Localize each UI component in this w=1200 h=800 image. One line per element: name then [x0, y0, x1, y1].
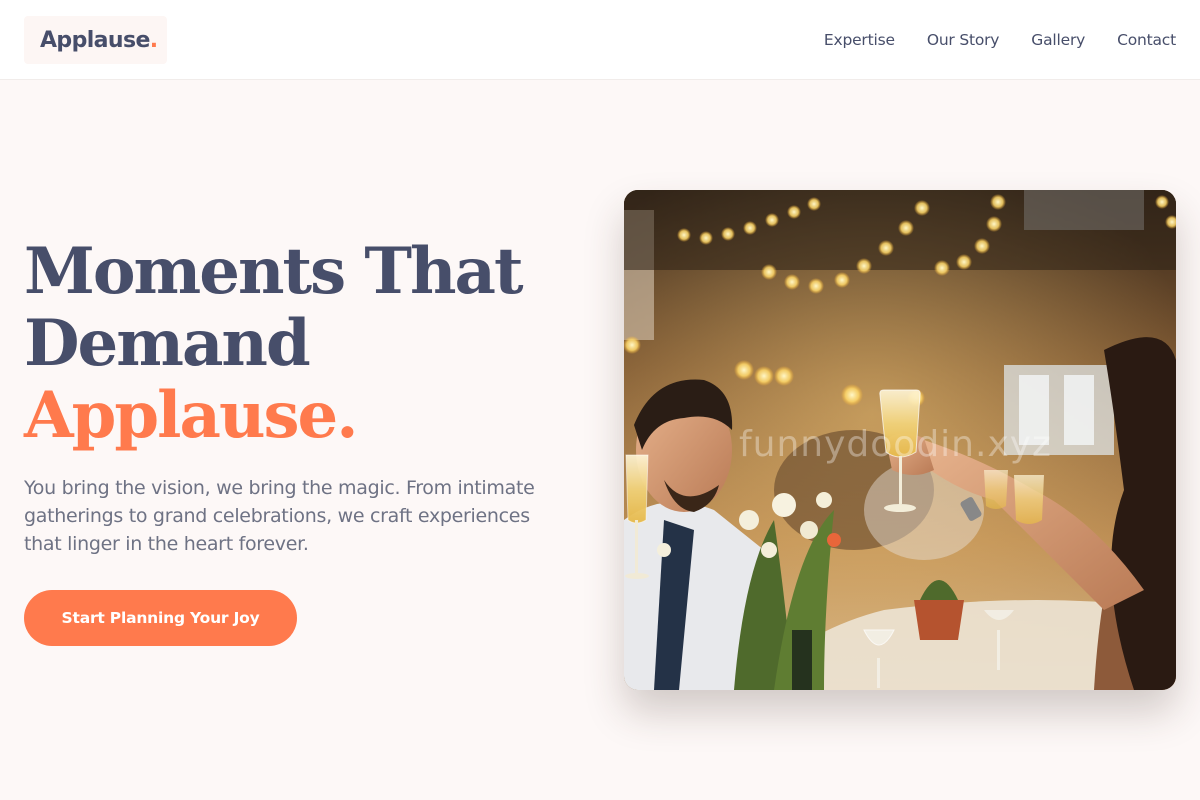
brand-name: Applause	[40, 27, 150, 53]
start-planning-button[interactable]: Start Planning Your Joy	[24, 590, 297, 646]
nav-link-contact[interactable]: Contact	[1117, 31, 1176, 49]
celebration-photo: funnydoodin.xyz	[624, 190, 1176, 690]
site-header: Applause. Expertise Our Story Gallery Co…	[0, 0, 1200, 80]
hero-title-line-1: Moments That	[24, 234, 524, 309]
nav-link-expertise[interactable]: Expertise	[824, 31, 895, 49]
brand-dot: .	[149, 27, 158, 53]
hero-title-line-2: Demand	[24, 306, 311, 381]
nav-link-gallery[interactable]: Gallery	[1031, 31, 1085, 49]
hero-subtitle: You bring the vision, we bring the magic…	[24, 477, 535, 555]
brand-logo[interactable]: Applause.	[24, 16, 167, 64]
main-nav: Expertise Our Story Gallery Contact	[824, 28, 1176, 52]
hero-title: Moments That Demand Applause.	[24, 236, 584, 452]
watermark-text: funnydoodin.xyz	[739, 424, 1052, 465]
hero-image: funnydoodin.xyz	[624, 190, 1176, 690]
nav-link-our-story[interactable]: Our Story	[927, 31, 1000, 49]
hero-title-accent: Applause.	[24, 378, 359, 453]
